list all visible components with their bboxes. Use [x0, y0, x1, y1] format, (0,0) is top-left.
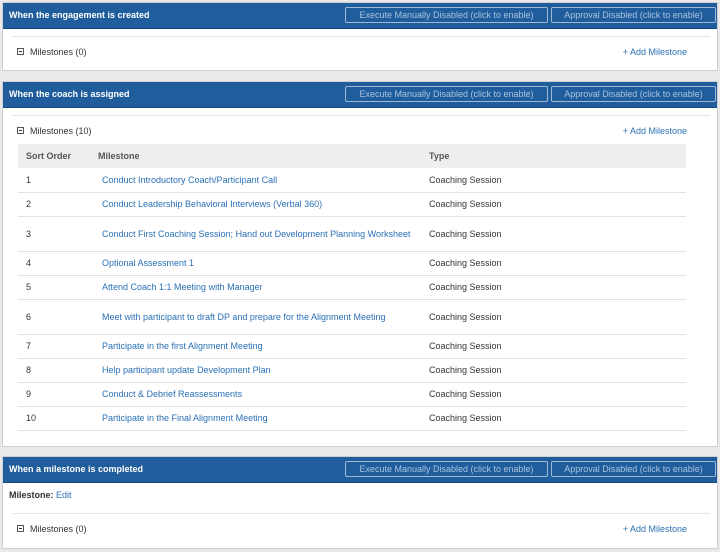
type-cell: Coaching Session: [421, 216, 686, 252]
section-title: When a milestone is completed: [9, 464, 144, 474]
approval-toggle[interactable]: Approval Disabled (click to enable): [551, 86, 716, 102]
milestone-edit-link[interactable]: Edit: [56, 490, 72, 500]
section-header: When the engagement is created Execute M…: [3, 3, 717, 29]
milestones-count-label: Milestones (0): [30, 524, 87, 534]
collapse-icon[interactable]: [17, 525, 24, 532]
table-row: 1 Conduct Introductory Coach/Participant…: [18, 168, 686, 193]
milestone-link[interactable]: Meet with participant to draft DP and pr…: [98, 312, 386, 322]
column-header-milestone: Milestone: [90, 144, 421, 168]
milestone-prefix-label: Milestone:: [9, 490, 54, 500]
sort-order-cell: 9: [18, 382, 90, 407]
section-coach-assigned: When the coach is assigned Execute Manua…: [2, 81, 718, 447]
table-row: 3 Conduct First Coaching Session; Hand o…: [18, 216, 686, 252]
sort-order-cell: 8: [18, 358, 90, 383]
execute-manually-toggle[interactable]: Execute Manually Disabled (click to enab…: [345, 461, 548, 477]
table-row: 4 Optional Assessment 1 Coaching Session: [18, 251, 686, 276]
type-cell: Coaching Session: [421, 275, 686, 300]
type-cell: Coaching Session: [421, 251, 686, 276]
sort-order-cell: 5: [18, 275, 90, 300]
table-header-row: Sort Order Milestone Type: [18, 144, 686, 168]
section-header: When the coach is assigned Execute Manua…: [3, 82, 717, 108]
add-milestone-link[interactable]: + Add Milestone: [623, 126, 687, 136]
milestone-link[interactable]: Conduct First Coaching Session; Hand out…: [98, 229, 411, 239]
column-header-sort-order: Sort Order: [18, 144, 90, 168]
section-milestone-completed: When a milestone is completed Execute Ma…: [2, 456, 718, 549]
sort-order-cell: 6: [18, 299, 90, 335]
approval-toggle[interactable]: Approval Disabled (click to enable): [551, 7, 716, 23]
type-cell: Coaching Session: [421, 299, 686, 335]
sort-order-cell: 10: [18, 406, 90, 431]
type-cell: Coaching Session: [421, 334, 686, 359]
execute-manually-toggle[interactable]: Execute Manually Disabled (click to enab…: [345, 86, 548, 102]
milestone-link[interactable]: Participate in the first Alignment Meeti…: [98, 341, 263, 351]
sort-order-cell: 4: [18, 251, 90, 276]
milestone-selector: Milestone: Edit: [9, 490, 72, 500]
column-header-type: Type: [421, 144, 686, 168]
milestone-link[interactable]: Conduct Introductory Coach/Participant C…: [98, 175, 277, 185]
sort-order-cell: 2: [18, 192, 90, 217]
sort-order-cell: 7: [18, 334, 90, 359]
sort-order-cell: 1: [18, 168, 90, 193]
type-cell: Coaching Session: [421, 358, 686, 383]
collapse-icon[interactable]: [17, 127, 24, 134]
milestone-link[interactable]: Participate in the Final Alignment Meeti…: [98, 413, 268, 423]
milestone-link[interactable]: Help participant update Development Plan: [98, 365, 271, 375]
milestone-link[interactable]: Optional Assessment 1: [98, 258, 194, 268]
milestones-row: Milestones (0) + Add Milestone: [12, 513, 710, 546]
table-row: 2 Conduct Leadership Behavioral Intervie…: [18, 192, 686, 217]
milestone-link[interactable]: Conduct Leadership Behavioral Interviews…: [98, 199, 322, 209]
table-row: 9 Conduct & Debrief Reassessments Coachi…: [18, 382, 686, 407]
type-cell: Coaching Session: [421, 168, 686, 193]
type-cell: Coaching Session: [421, 192, 686, 217]
approval-toggle[interactable]: Approval Disabled (click to enable): [551, 461, 716, 477]
section-title: When the engagement is created: [9, 10, 150, 20]
section-engagement-created: When the engagement is created Execute M…: [2, 2, 718, 71]
table-row: 8 Help participant update Development Pl…: [18, 358, 686, 383]
type-cell: Coaching Session: [421, 406, 686, 431]
add-milestone-link[interactable]: + Add Milestone: [623, 524, 687, 534]
sort-order-cell: 3: [18, 216, 90, 252]
table-row: 6 Meet with participant to draft DP and …: [18, 299, 686, 335]
section-header: When a milestone is completed Execute Ma…: [3, 457, 717, 483]
execute-manually-toggle[interactable]: Execute Manually Disabled (click to enab…: [345, 7, 548, 23]
add-milestone-link[interactable]: + Add Milestone: [623, 47, 687, 57]
table-row: 7 Participate in the first Alignment Mee…: [18, 334, 686, 359]
milestone-link[interactable]: Attend Coach 1:1 Meeting with Manager: [98, 282, 263, 292]
type-cell: Coaching Session: [421, 382, 686, 407]
section-title: When the coach is assigned: [9, 89, 130, 99]
milestones-count-label: Milestones (10): [30, 126, 92, 136]
milestones-table: Sort Order Milestone Type 1 Conduct Intr…: [18, 144, 686, 431]
collapse-icon[interactable]: [17, 48, 24, 55]
table-row: 5 Attend Coach 1:1 Meeting with Manager …: [18, 275, 686, 300]
table-row: 10 Participate in the Final Alignment Me…: [18, 406, 686, 431]
milestone-link[interactable]: Conduct & Debrief Reassessments: [98, 389, 242, 399]
milestones-row: Milestones (0) + Add Milestone: [12, 36, 710, 69]
milestones-count-label: Milestones (0): [30, 47, 87, 57]
